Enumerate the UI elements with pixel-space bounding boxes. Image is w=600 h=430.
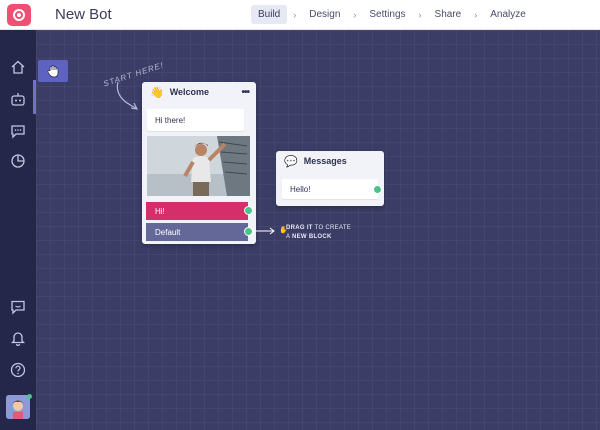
tab-analyze[interactable]: Analyze: [483, 5, 533, 24]
more-options-icon[interactable]: •••: [241, 87, 249, 98]
quick-reply-hi[interactable]: Hi!: [146, 202, 248, 220]
block-title: Messages: [303, 156, 347, 166]
drag-hint-text1: TO CREATE: [312, 225, 352, 231]
brand-logo[interactable]: [7, 4, 31, 26]
tab-settings[interactable]: Settings: [362, 5, 412, 24]
top-bar: New Bot Build › Design › Settings › Shar…: [0, 0, 600, 30]
image-attachment[interactable]: [147, 136, 250, 196]
drag-hint-strong2: NEW BLOCK: [291, 234, 332, 240]
connector-port-default[interactable]: [244, 227, 253, 236]
online-status-dot: [27, 394, 32, 399]
hand-cursor-icon: [47, 65, 59, 78]
drag-hint-text: DRAG IT TO CREATE A NEW BLOCK: [286, 224, 351, 242]
tab-share[interactable]: Share: [428, 5, 469, 24]
nav-separator: ›: [474, 9, 478, 20]
message-bubble[interactable]: Hi there!: [147, 109, 244, 131]
nav-separator: ›: [418, 9, 422, 20]
bot-icon[interactable]: [9, 90, 27, 108]
drag-block-handle[interactable]: [38, 60, 68, 82]
quick-reply-default[interactable]: Default: [146, 223, 248, 241]
nav-separator: ›: [293, 9, 297, 20]
connector-port-messages[interactable]: [373, 185, 382, 194]
user-avatar[interactable]: [6, 395, 30, 419]
bot-title[interactable]: New Bot: [55, 6, 112, 23]
main-nav: Build › Design › Settings › Share › Anal…: [251, 5, 533, 24]
nav-separator: ›: [353, 9, 357, 20]
bell-icon[interactable]: [9, 329, 27, 347]
logo-mark-icon: [13, 9, 25, 21]
messages-block[interactable]: 💬 Messages Hello!: [276, 151, 384, 206]
feedback-icon[interactable]: [9, 298, 27, 316]
speech-bubble-emoji-icon: 💬: [284, 155, 298, 168]
start-arrow-icon: [116, 81, 139, 110]
drag-hint-strong1: DRAG IT: [286, 225, 313, 231]
sidebar: [0, 30, 36, 430]
block-header: 💬 Messages: [276, 151, 384, 171]
connection-arrow-icon: [253, 227, 275, 235]
wave-emoji-icon: 👋: [150, 86, 164, 99]
connector-port-hi[interactable]: [244, 206, 253, 215]
help-icon[interactable]: [9, 361, 27, 379]
chat-icon[interactable]: [9, 122, 27, 140]
analytics-pie-icon[interactable]: [9, 152, 27, 170]
tab-design[interactable]: Design: [302, 5, 347, 24]
block-header: 👋 Welcome: [142, 82, 256, 102]
home-icon[interactable]: [9, 58, 27, 76]
flow-canvas[interactable]: START HERE! 👋 Welcome ••• Hi there! Hi! …: [36, 30, 600, 430]
block-title: Welcome: [169, 87, 210, 97]
tab-build[interactable]: Build: [251, 5, 288, 24]
welcome-block[interactable]: 👋 Welcome ••• Hi there! Hi! Default: [142, 82, 256, 244]
message-bubble[interactable]: Hello!: [282, 179, 378, 199]
